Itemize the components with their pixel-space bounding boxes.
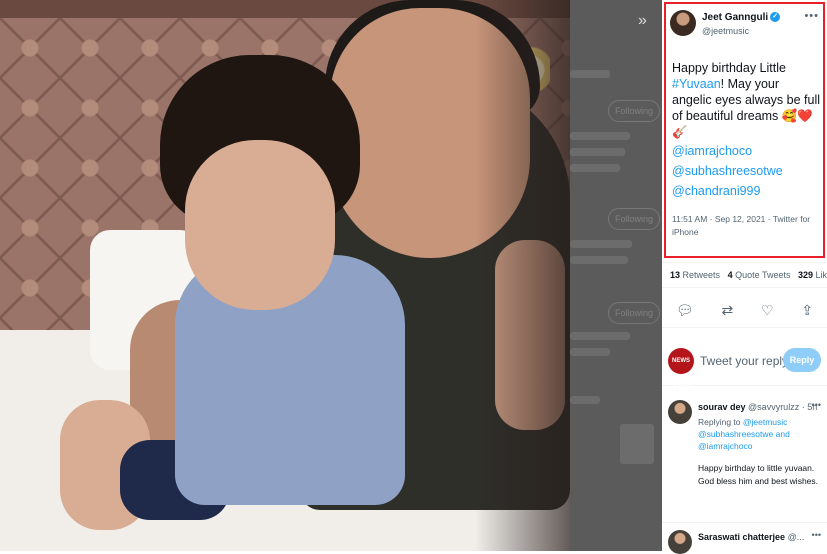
mention-link[interactable]: @iamrajchoco <box>672 141 820 161</box>
dimmed-sidebar: » Following Following Following <box>570 0 662 551</box>
reply-button[interactable]: Reply <box>783 348 821 372</box>
reply-input[interactable]: Tweet your reply <box>700 354 788 368</box>
ghost-image <box>620 424 654 464</box>
ghost-line <box>570 256 628 264</box>
reply-author-handle: @savvyrulzz · 5h <box>748 402 818 412</box>
reply-author[interactable]: Saraswati chatterjee @... <box>698 532 804 542</box>
ghost-line <box>570 148 625 156</box>
follow-button[interactable]: Following <box>608 208 660 230</box>
baby-face <box>185 140 335 310</box>
more-options-icon[interactable]: ••• <box>804 10 819 22</box>
reply-icon[interactable]: 💬︎ <box>676 302 694 319</box>
reply-author-handle: @... <box>787 532 805 542</box>
tweet-panel: Jeet Gannguli ✓ @jeetmusic ••• Happy birt… <box>662 0 827 554</box>
retweets-count[interactable]: 13 <box>670 270 680 280</box>
divider <box>662 522 827 523</box>
tweet-text-part: Happy birthday Little <box>672 61 786 75</box>
more-options-icon[interactable]: ••• <box>812 530 821 540</box>
account-avatar: NEWS 18 বাংলা <box>668 348 694 390</box>
photo-shadow <box>475 0 570 551</box>
double-chevron-icon[interactable]: » <box>638 12 647 30</box>
retweets-label[interactable]: Retweets <box>683 270 721 280</box>
replying-prefix: Replying to <box>698 417 743 427</box>
author-name-text: Jeet Gannguli <box>702 12 769 23</box>
tweet-text: Happy birthday Little #Yuvaan! May your … <box>672 60 820 140</box>
tweet-timestamp[interactable]: 11:51 AM · Sep 12, 2021 · Twitter for iP… <box>672 213 820 239</box>
tweet-actions: 💬︎ ⇄ ♡ ⇪ <box>662 294 827 328</box>
tweet-stats: 13 Retweets 4 Quote Tweets 329 Likes <box>662 262 827 288</box>
author-handle[interactable]: @jeetmusic <box>702 26 749 36</box>
follow-button[interactable]: Following <box>608 302 660 324</box>
likes-count[interactable]: 329 <box>798 270 813 280</box>
retweet-icon[interactable]: ⇄ <box>721 302 733 319</box>
reply-author-name: sourav dey <box>698 402 746 412</box>
ghost-line <box>570 348 610 356</box>
reply-avatar[interactable] <box>668 530 692 554</box>
verified-icon: ✓ <box>770 12 781 23</box>
share-icon[interactable]: ⇪ <box>801 302 813 319</box>
ghost-line <box>570 70 610 78</box>
follow-button[interactable]: Following <box>608 100 660 122</box>
ghost-line <box>570 132 630 140</box>
compose-reply: NEWS 18 বাংলা Tweet your reply Reply <box>662 336 827 390</box>
quotes-label[interactable]: Quote Tweets <box>735 270 790 280</box>
replying-to: Replying to @jeetmusic @subhashreesotwe … <box>698 416 823 452</box>
quotes-count[interactable]: 4 <box>728 270 733 280</box>
mention-link[interactable]: @chandrani999 <box>672 181 820 201</box>
reply-author[interactable]: sourav dey @savvyrulzz · 5h <box>698 402 817 412</box>
ghost-line <box>570 396 600 404</box>
author-name[interactable]: Jeet Gannguli ✓ <box>702 12 781 23</box>
tweet-photo: ★ <box>0 0 570 551</box>
like-icon[interactable]: ♡ <box>761 302 774 319</box>
ghost-line <box>570 240 632 248</box>
more-options-icon[interactable]: ••• <box>812 400 821 410</box>
reply-avatar[interactable] <box>668 400 692 424</box>
reply-author-name: Saraswati chatterjee <box>698 532 786 542</box>
ghost-line <box>570 332 630 340</box>
author-avatar[interactable] <box>670 10 696 36</box>
likes-label[interactable]: Likes <box>816 270 827 280</box>
mention-link[interactable]: @subhashreesotwe <box>672 161 820 181</box>
reply-text: Happy birthday to little yuvaan. God ble… <box>698 463 819 486</box>
mentions: @iamrajchoco @subhashreesotwe @chandrani… <box>672 141 820 201</box>
hashtag-link[interactable]: #Yuvaan <box>672 77 721 91</box>
ghost-line <box>570 164 620 172</box>
